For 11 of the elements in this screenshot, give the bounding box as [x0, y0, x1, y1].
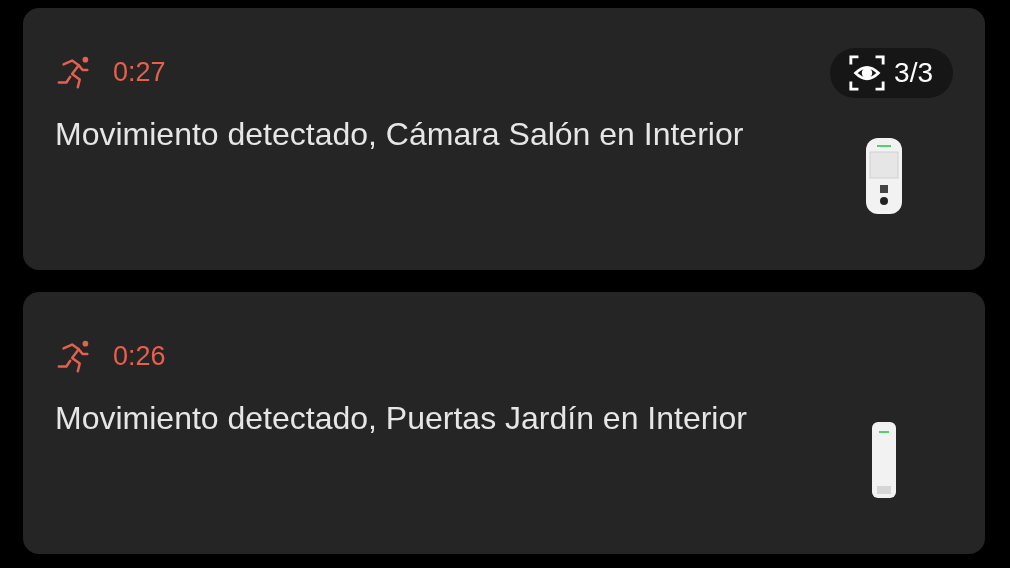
event-card[interactable]: 0:27 Movimiento detectado, Cámara Salón en Interior 3/3: [23, 8, 985, 270]
event-time: 0:26: [113, 340, 166, 372]
photo-count: 3/3: [894, 57, 933, 89]
event-message: Movimiento detectado, Puertas Jardín en Interior: [55, 399, 748, 438]
motion-sensor-icon: [870, 420, 898, 500]
event-card[interactable]: 0:26 Movimiento detectado, Puertas Jardín en Interior: [23, 292, 985, 554]
photo-count-badge[interactable]: 3/3: [830, 48, 953, 98]
motion-camera-sensor-icon: [864, 136, 904, 216]
event-message: Movimiento detectado, Cámara Salón en Interior: [55, 115, 745, 154]
event-time: 0:27: [113, 56, 166, 88]
eye-icon: [848, 54, 887, 92]
